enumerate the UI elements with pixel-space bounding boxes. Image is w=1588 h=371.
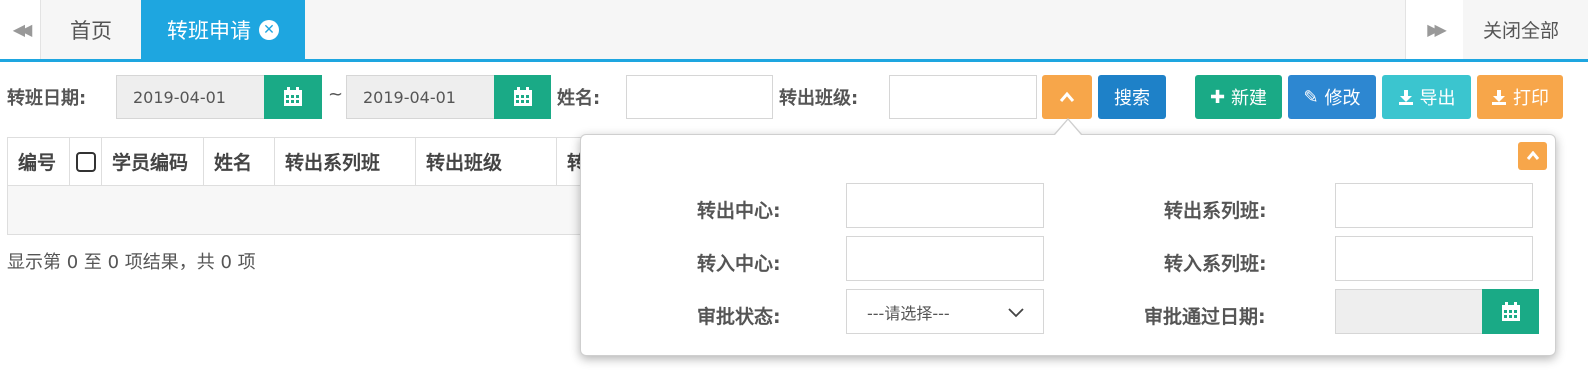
advanced-toggle-button[interactable] xyxy=(1042,75,1092,119)
table-empty-row xyxy=(7,186,587,235)
date-to-value: 2019-04-01 xyxy=(363,87,456,107)
chevron-down-icon xyxy=(1008,308,1024,318)
tab-transfer-application[interactable]: 转班申请 ✕ xyxy=(141,0,305,59)
column-header[interactable]: 转出班级 xyxy=(416,138,557,185)
status-select-value: ---请选择--- xyxy=(867,303,950,323)
approve-date-calendar-button[interactable] xyxy=(1482,289,1539,334)
popup-arrow-fill xyxy=(1055,120,1081,135)
calendar-icon xyxy=(284,87,302,106)
in-center-input[interactable] xyxy=(846,236,1044,281)
close-all-label: 关闭全部 xyxy=(1483,20,1560,42)
double-chevron-right-icon: ▶▶ xyxy=(1427,20,1446,39)
result-info: 显示第 0 至 0 项结果，共 0 项 xyxy=(7,252,256,273)
new-button-label: 新建 xyxy=(1231,88,1268,109)
in-center-label: 转入中心: xyxy=(697,253,781,275)
tab-active-label: 转班申请 xyxy=(167,18,251,43)
date-to-calendar-button[interactable] xyxy=(494,75,551,119)
name-input[interactable] xyxy=(626,75,773,119)
chevron-up-icon xyxy=(1059,91,1075,102)
select-all-checkbox[interactable] xyxy=(76,151,96,172)
date-separator: ~ xyxy=(328,84,344,105)
status-select[interactable]: ---请选择--- xyxy=(846,289,1044,334)
pencil-icon: ✎ xyxy=(1303,86,1319,108)
download-icon xyxy=(1492,90,1506,105)
plus-icon: ✚ xyxy=(1209,86,1226,108)
column-header[interactable]: 编号 xyxy=(8,138,70,185)
column-header[interactable]: 姓名 xyxy=(204,138,275,185)
edit-button[interactable]: ✎ 修改 xyxy=(1288,75,1376,119)
calendar-icon xyxy=(513,87,532,106)
name-label: 姓名: xyxy=(557,88,601,109)
new-button[interactable]: ✚ 新建 xyxy=(1195,75,1282,119)
date-label: 转班日期: xyxy=(7,88,87,109)
column-header[interactable]: 学员编码 xyxy=(102,138,204,185)
out-series-label: 转出系列班: xyxy=(1164,200,1267,222)
date-from-input[interactable]: 2019-04-01 xyxy=(116,75,265,119)
search-button-label: 搜索 xyxy=(1114,88,1150,109)
column-header[interactable]: 转出系列班 xyxy=(275,138,416,185)
print-button[interactable]: 打印 xyxy=(1477,75,1563,119)
out-center-input[interactable] xyxy=(846,183,1044,228)
tab-home-label: 首页 xyxy=(70,18,112,43)
approve-date-label: 审批通过日期: xyxy=(1144,306,1266,328)
approve-date-input[interactable] xyxy=(1335,289,1483,334)
close-circle-icon[interactable]: ✕ xyxy=(259,19,279,40)
tab-bar: ◀◀ 首页 转班申请 ✕ ▶▶ 关闭全部 xyxy=(0,0,1588,62)
select-all-checkbox-cell[interactable] xyxy=(70,138,102,185)
out-class-input[interactable] xyxy=(889,75,1037,119)
download-icon xyxy=(1398,90,1413,105)
double-chevron-left-icon: ◀◀ xyxy=(12,20,32,39)
collapse-panel-button[interactable] xyxy=(1518,142,1547,170)
in-series-input[interactable] xyxy=(1335,236,1533,281)
date-to-input[interactable]: 2019-04-01 xyxy=(346,75,495,119)
print-button-label: 打印 xyxy=(1513,88,1549,109)
status-label: 审批状态: xyxy=(697,306,781,328)
out-series-input[interactable] xyxy=(1335,183,1533,228)
tab-home[interactable]: 首页 xyxy=(41,0,141,59)
edit-button-label: 修改 xyxy=(1324,88,1361,109)
out-class-label: 转出班级: xyxy=(779,88,859,109)
search-button[interactable]: 搜索 xyxy=(1098,75,1166,119)
date-from-value: 2019-04-01 xyxy=(133,87,226,107)
calendar-icon xyxy=(1501,301,1520,321)
chevron-up-icon xyxy=(1526,151,1539,160)
table-header: 编号 学员编码 姓名 转出系列班 转出班级 转 xyxy=(7,137,587,186)
date-from-calendar-button[interactable] xyxy=(264,75,322,119)
in-series-label: 转入系列班: xyxy=(1164,253,1267,275)
export-button[interactable]: 导出 xyxy=(1382,75,1471,119)
scroll-tabs-left-button[interactable]: ◀◀ xyxy=(0,0,41,59)
out-center-label: 转出中心: xyxy=(697,200,781,222)
scroll-tabs-right-button[interactable]: ▶▶ xyxy=(1405,0,1463,59)
close-all-tabs-button[interactable]: 关闭全部 xyxy=(1463,0,1588,59)
export-button-label: 导出 xyxy=(1419,88,1456,109)
